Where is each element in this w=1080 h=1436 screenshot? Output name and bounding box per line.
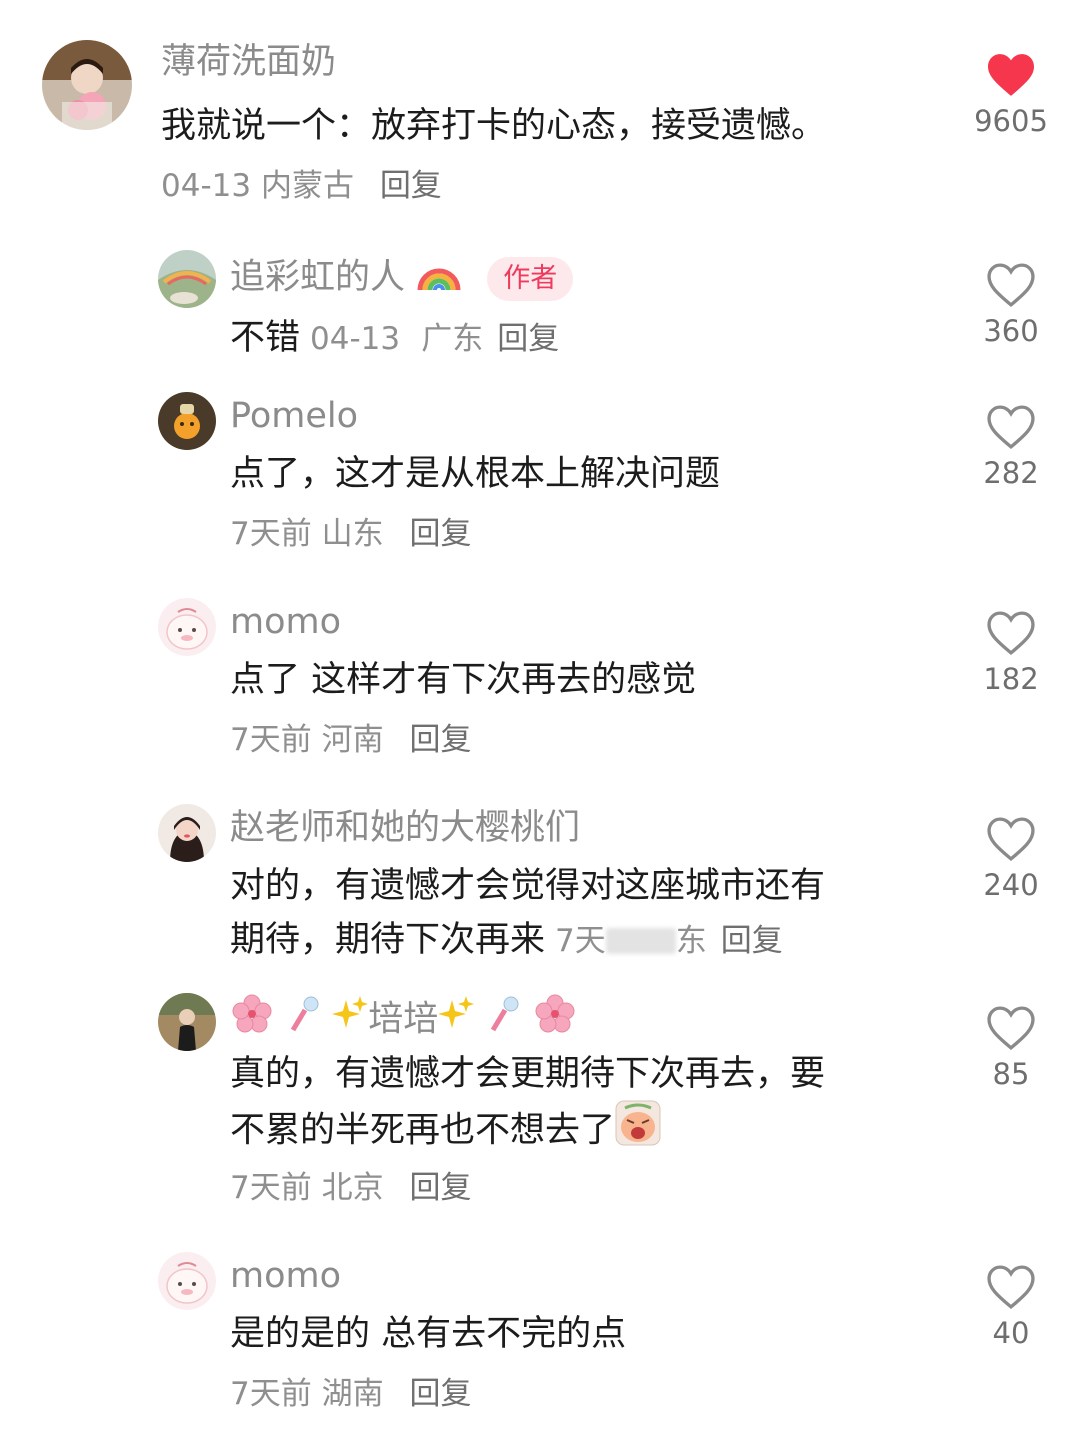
comment-username[interactable]: Pomelo bbox=[230, 394, 358, 438]
like-button[interactable]: 182 bbox=[956, 610, 1066, 696]
avatar[interactable] bbox=[158, 804, 216, 862]
comment-location: 内蒙古 bbox=[260, 168, 354, 204]
crying-face-sticker-icon bbox=[615, 1100, 661, 1163]
comment-date: 7天前 bbox=[230, 722, 312, 758]
reply-button[interactable]: 回复 bbox=[380, 168, 442, 204]
avatar[interactable] bbox=[158, 250, 216, 308]
comment-text: 不错 04-13 广东 回复 bbox=[230, 318, 560, 358]
comment-text: 不累的半死再也不想去了 bbox=[230, 1100, 661, 1163]
like-button[interactable]: 240 bbox=[956, 816, 1066, 902]
avatar-image bbox=[158, 993, 216, 1051]
comment-username[interactable]: 培培 bbox=[230, 994, 577, 1047]
redacted-region bbox=[605, 928, 676, 954]
avatar[interactable] bbox=[158, 392, 216, 450]
like-count: 9605 bbox=[974, 104, 1048, 138]
like-count: 40 bbox=[992, 1316, 1030, 1350]
heart-outline-icon bbox=[987, 1006, 1035, 1051]
avatar-image bbox=[158, 250, 216, 308]
comment-location: 河南 bbox=[321, 722, 384, 758]
avatar-image bbox=[158, 1252, 216, 1310]
like-count: 240 bbox=[983, 868, 1039, 902]
reply-button[interactable]: 回复 bbox=[721, 923, 783, 959]
cherry-blossom-icon bbox=[533, 994, 577, 1047]
avatar-image bbox=[158, 392, 216, 450]
comment-meta: 7天前 河南 回复 bbox=[230, 720, 471, 760]
comment-date: 7天前 bbox=[230, 1376, 312, 1412]
comment-meta: 7天前 北京 回复 bbox=[230, 1168, 471, 1208]
wind-chime-icon bbox=[485, 994, 521, 1047]
comment-meta: 7天前 山东 回复 bbox=[230, 514, 471, 554]
sparkles-icon bbox=[332, 994, 369, 1047]
reply-button[interactable]: 回复 bbox=[409, 722, 471, 758]
comment-text: 点了，这才是从根本上解决问题 bbox=[230, 454, 721, 494]
avatar[interactable] bbox=[158, 993, 216, 1051]
heart-outline-icon bbox=[987, 817, 1035, 862]
comment-date: 04-13 bbox=[161, 168, 252, 204]
sparkles-icon bbox=[438, 994, 475, 1047]
like-count: 360 bbox=[983, 314, 1039, 348]
avatar[interactable] bbox=[158, 1252, 216, 1310]
avatar-image bbox=[158, 804, 216, 862]
avatar-image bbox=[158, 598, 216, 656]
heart-outline-icon bbox=[987, 611, 1035, 656]
heart-filled-icon bbox=[988, 54, 1034, 96]
comment-list: 薄荷洗面奶 我就说一个：放弃打卡的心态，接受遗憾。 04-13 内蒙古 回复 9… bbox=[0, 0, 1080, 1436]
like-button[interactable]: 9605 bbox=[956, 52, 1066, 138]
like-count: 182 bbox=[983, 662, 1039, 696]
comment-location: 北京 bbox=[321, 1170, 384, 1206]
avatar[interactable] bbox=[158, 598, 216, 656]
heart-outline-icon bbox=[987, 1265, 1035, 1310]
reply-button[interactable]: 回复 bbox=[409, 1170, 471, 1206]
comment-text: 点了 这样才有下次再去的感觉 bbox=[230, 660, 697, 700]
comment-text: 我就说一个：放弃打卡的心态，接受遗憾。 bbox=[161, 106, 827, 146]
comment-date: 7天前 bbox=[230, 516, 312, 552]
comment-text: 真的，有遗憾才会更期待下次再去，要 bbox=[230, 1054, 826, 1094]
heart-outline-icon bbox=[987, 263, 1035, 308]
comment-date: 7天前 bbox=[230, 1170, 312, 1206]
wind-chime-icon bbox=[285, 994, 321, 1047]
comment-username[interactable]: 追彩虹的人 作者 bbox=[230, 252, 574, 305]
author-badge: 作者 bbox=[487, 256, 574, 301]
comment-text: 是的是的 总有去不完的点 bbox=[230, 1314, 627, 1354]
comment-text: 期待，期待下次再来 7天东回复 bbox=[230, 920, 783, 960]
comment-location: 东 bbox=[675, 923, 707, 959]
avatar-image bbox=[42, 40, 132, 130]
heart-outline-icon bbox=[987, 405, 1035, 450]
like-count: 85 bbox=[992, 1057, 1030, 1091]
comment-date: 04-13 bbox=[310, 321, 401, 357]
comment-location: 湖南 bbox=[321, 1376, 384, 1412]
comment-username[interactable]: 赵老师和她的大樱桃们 bbox=[230, 806, 580, 850]
like-count: 282 bbox=[983, 456, 1039, 490]
reply-button[interactable]: 回复 bbox=[409, 1376, 471, 1412]
like-button[interactable]: 282 bbox=[956, 404, 1066, 490]
comment-text: 对的，有遗憾才会觉得对这座城市还有 bbox=[230, 866, 826, 906]
comment-location: 山东 bbox=[321, 516, 384, 552]
reply-button[interactable]: 回复 bbox=[497, 321, 559, 357]
comment-location: 广东 bbox=[421, 321, 484, 357]
comment-username[interactable]: momo bbox=[230, 1254, 341, 1298]
cherry-blossom-icon bbox=[230, 994, 274, 1047]
reply-button[interactable]: 回复 bbox=[409, 516, 471, 552]
like-button[interactable]: 360 bbox=[956, 262, 1066, 348]
like-button[interactable]: 40 bbox=[956, 1264, 1066, 1350]
comment-username[interactable]: 薄荷洗面奶 bbox=[161, 40, 336, 84]
avatar[interactable] bbox=[42, 40, 132, 130]
comment-username[interactable]: momo bbox=[230, 600, 341, 644]
comment-meta: 7天前 湖南 回复 bbox=[230, 1374, 471, 1414]
like-button[interactable]: 85 bbox=[956, 1005, 1066, 1091]
rainbow-icon bbox=[416, 252, 462, 305]
comment-date: 7天 bbox=[555, 923, 606, 959]
comment-meta: 04-13 内蒙古 回复 bbox=[161, 166, 442, 206]
